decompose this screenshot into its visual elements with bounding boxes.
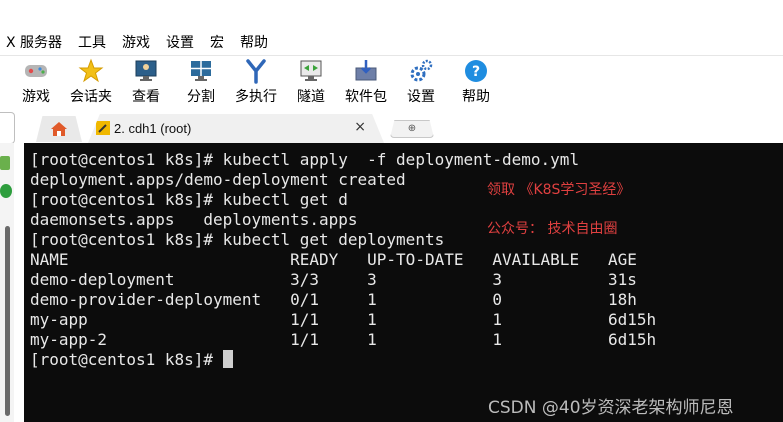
toolbar-tunnel-button[interactable]: 隧道 — [283, 58, 339, 108]
terminal-line: demo-deployment 3/3 3 3 31s — [30, 270, 637, 289]
toolbar: 游戏 会话夹 查看 分割 多执行 隧道 软件包 设置 ? 帮助 — [0, 58, 783, 108]
side-panel-icon[interactable] — [0, 156, 10, 170]
toolbar-settings-button[interactable]: 设置 — [393, 58, 449, 108]
tab-title: 2. cdh1 (root) — [114, 121, 192, 136]
split-icon — [191, 61, 211, 81]
terminal-line: my-app-2 1/1 1 1 6d15h — [30, 330, 657, 349]
terminal-prompt: [root@centos1 k8s]# — [30, 350, 223, 369]
terminal-panel[interactable]: [root@centos1 k8s]# kubectl apply -f dep… — [24, 143, 783, 422]
toolbar-sessions-button[interactable]: 会话夹 — [63, 58, 119, 108]
toolbar-games-button[interactable]: 游戏 — [8, 58, 64, 108]
menu-divider — [0, 55, 783, 56]
toolbar-view-button[interactable]: 查看 — [118, 58, 174, 108]
menu-x-server[interactable]: X 服务器 — [6, 32, 62, 52]
gears-icon — [410, 59, 433, 82]
promo-note-account: 公众号： 技术自由圈 — [487, 221, 618, 237]
tab-home[interactable] — [36, 116, 82, 142]
terminal-tab-icon — [96, 121, 110, 135]
terminal-cursor — [222, 350, 233, 368]
menu-tools[interactable]: 工具 — [78, 32, 106, 52]
package-icon — [355, 60, 377, 81]
menu-help[interactable]: 帮助 — [240, 32, 268, 52]
menu-bar: X 服务器 工具 游戏 设置 宏 帮助 — [0, 30, 783, 54]
promo-note-book: 领取 《K8S学习圣经》 — [487, 182, 631, 198]
monitor-icon — [135, 60, 157, 81]
gamepad-icon — [25, 65, 47, 77]
csdn-watermark: CSDN @40岁资深老架构师尼恩 — [488, 398, 734, 418]
tunnel-icon — [300, 60, 322, 81]
toolbar-package-button[interactable]: 软件包 — [338, 58, 394, 108]
close-icon[interactable]: × — [354, 119, 366, 135]
menu-games[interactable]: 游戏 — [122, 32, 150, 52]
plus-icon: ⊕ — [407, 123, 417, 134]
home-icon — [51, 122, 67, 136]
menu-macro[interactable]: 宏 — [210, 32, 224, 52]
toolbar-split-button[interactable]: 分割 — [173, 58, 229, 108]
svg-text:?: ? — [472, 64, 480, 80]
sidebar-toggle[interactable] — [0, 112, 15, 144]
toolbar-help-button[interactable]: ? 帮助 — [448, 58, 504, 108]
tab-session-cdh1[interactable]: 2. cdh1 (root) × — [88, 114, 384, 143]
new-tab-button[interactable]: ⊕ — [390, 120, 434, 138]
terminal-line: demo-provider-deployment 0/1 1 0 18h — [30, 290, 637, 309]
terminal-prompt-line: [root@centos1 k8s]# — [30, 350, 656, 370]
fork-icon — [246, 59, 266, 84]
check-icon[interactable] — [0, 184, 12, 198]
terminal-line: my-app 1/1 1 1 6d15h — [30, 310, 657, 329]
side-scrollbar[interactable] — [5, 226, 10, 416]
terminal-line: NAME READY UP-TO-DATE AVAILABLE AGE — [30, 250, 637, 269]
toolbar-multi-exec-button[interactable]: 多执行 — [228, 58, 284, 108]
menu-settings[interactable]: 设置 — [166, 32, 194, 52]
help-icon: ? — [465, 60, 487, 82]
terminal-line: [root@centos1 k8s]# kubectl apply -f dep… — [30, 150, 580, 169]
star-icon — [78, 58, 104, 83]
